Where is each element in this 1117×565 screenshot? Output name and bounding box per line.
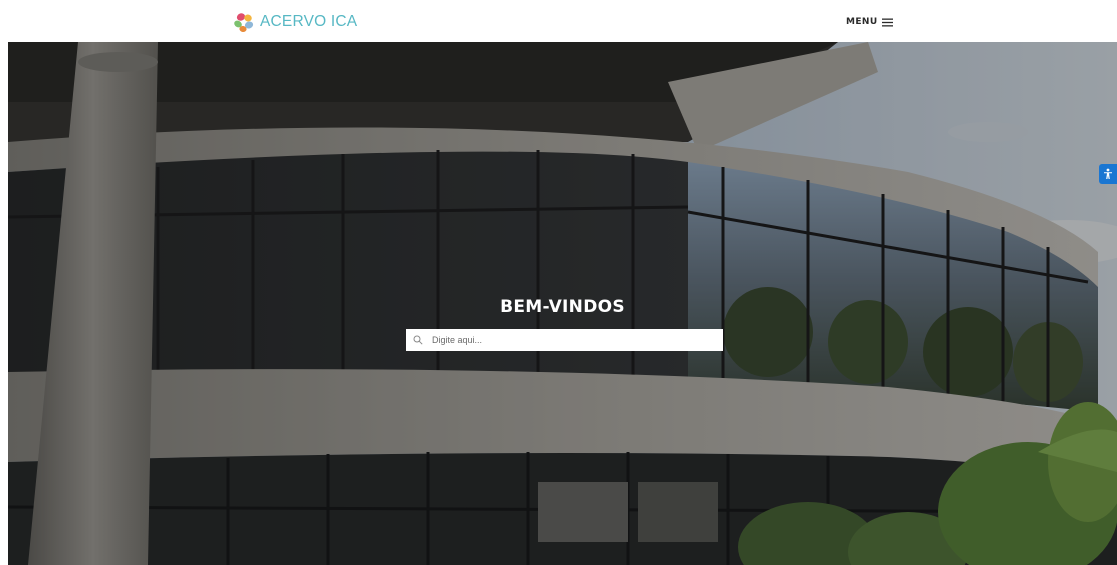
- accessibility-icon: [1104, 168, 1112, 179]
- menu-button[interactable]: MENU: [846, 14, 893, 30]
- accessibility-button[interactable]: [1099, 164, 1117, 184]
- hero-title: BEM-VINDOS: [500, 297, 625, 317]
- acervo-ica-logo-icon: [234, 13, 254, 33]
- search-input[interactable]: [432, 331, 712, 349]
- hamburger-icon: [881, 18, 893, 26]
- hero-banner: BEM-VINDOS: [8, 42, 1117, 565]
- logo-text: ACERVO ICA: [260, 13, 358, 30]
- site-logo[interactable]: ACERVO ICA: [232, 9, 357, 35]
- search-icon: [413, 335, 423, 345]
- search-box[interactable]: [406, 329, 723, 351]
- site-header: ACERVO ICA MENU: [0, 0, 1117, 42]
- menu-label: MENU: [846, 17, 878, 27]
